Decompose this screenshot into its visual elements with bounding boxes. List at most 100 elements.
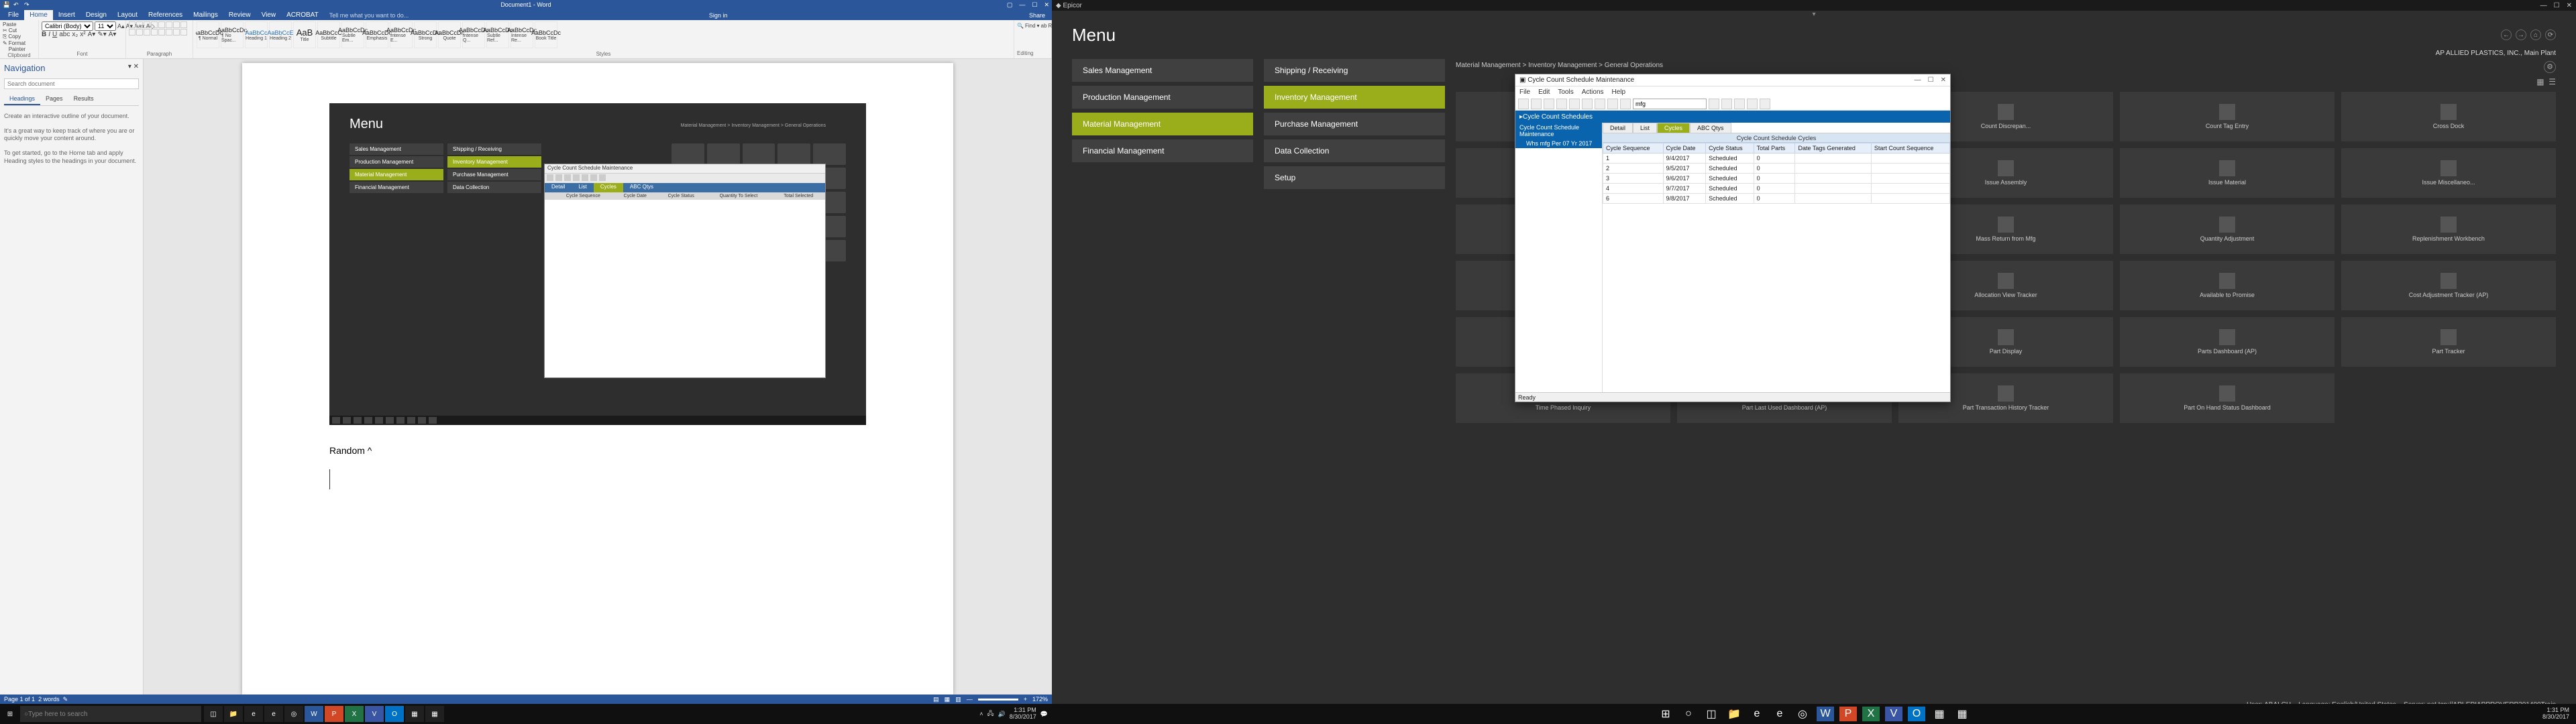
- search-icon[interactable]: ○: [1680, 707, 1697, 721]
- tab-layout[interactable]: Layout: [112, 10, 143, 20]
- app-tile[interactable]: Cross Dock: [2341, 92, 2556, 141]
- menu-item[interactable]: Actions: [1582, 88, 1604, 96]
- subscript-button[interactable]: x₂: [72, 31, 78, 38]
- font-size-select[interactable]: 11: [95, 21, 116, 31]
- app-tile[interactable]: Issue Miscellaneo...: [2341, 148, 2556, 198]
- edge-icon[interactable]: e: [244, 706, 263, 722]
- minimize-icon[interactable]: —: [2540, 2, 2547, 9]
- cycles-grid[interactable]: Cycle SequenceCycle DateCycle StatusTota…: [1603, 143, 1950, 204]
- redo-icon[interactable]: ↷: [24, 1, 31, 8]
- style-item[interactable]: AaBbCcDcSubtle Em...: [341, 21, 364, 48]
- app-tile[interactable]: Available to Promise: [2120, 261, 2334, 310]
- view-list-icon[interactable]: ☰: [2548, 77, 2556, 86]
- cc-tab[interactable]: Cycles: [1657, 123, 1690, 133]
- ie-icon[interactable]: e: [264, 706, 283, 722]
- app-icon[interactable]: ▦: [1931, 707, 1948, 721]
- nav-back-icon[interactable]: ←: [2501, 29, 2512, 40]
- view-web-icon[interactable]: ▥: [955, 696, 961, 703]
- tb-copy-icon[interactable]: [1607, 99, 1618, 109]
- status-proof-icon[interactable]: ✎: [63, 696, 68, 703]
- style-item[interactable]: AaBbCcDc¶ Normal: [197, 21, 219, 48]
- menu-item[interactable]: Tools: [1558, 88, 1573, 96]
- grid-header[interactable]: Cycle Date: [1663, 143, 1706, 154]
- view-print-icon[interactable]: ▦: [945, 696, 951, 703]
- nav-tab-results[interactable]: Results: [68, 93, 99, 105]
- sidebar-subitem[interactable]: Setup: [1264, 166, 1445, 189]
- menu-item[interactable]: Help: [1612, 88, 1626, 96]
- ie-icon[interactable]: e: [1771, 707, 1788, 721]
- explorer-icon[interactable]: 📁: [1725, 707, 1743, 721]
- status-page[interactable]: Page 1 of 1: [4, 696, 35, 703]
- bold-button[interactable]: B: [42, 31, 46, 38]
- grid-header[interactable]: Date Tags Generated: [1795, 143, 1871, 154]
- style-item[interactable]: AaBbCcDcStrong: [414, 21, 437, 48]
- grid-row[interactable]: 39/6/2017Scheduled0: [1603, 174, 1950, 184]
- tb-nav-last-icon[interactable]: [1760, 99, 1770, 109]
- maximize-icon[interactable]: ☐: [1032, 1, 1037, 9]
- format-painter-button[interactable]: Format Painter: [9, 40, 36, 52]
- find-button[interactable]: 🔍 Find ▾: [1017, 22, 1040, 29]
- tb-save-icon[interactable]: [1531, 99, 1542, 109]
- maximize-icon[interactable]: ☐: [2554, 2, 2560, 9]
- word-icon[interactable]: W: [305, 706, 323, 722]
- sidebar-item[interactable]: Financial Management: [1072, 139, 1253, 162]
- tb-search-input[interactable]: [1633, 99, 1707, 109]
- tb-refresh-icon[interactable]: [1556, 99, 1567, 109]
- tree-node[interactable]: Whs mfg Per 07 Yr 2017: [1515, 139, 1602, 148]
- style-item[interactable]: AaBbCcDcIntense Q...: [462, 21, 485, 48]
- powerpoint-icon[interactable]: P: [1839, 707, 1857, 721]
- style-item[interactable]: AaBbCcDcSubtle Ref...: [486, 21, 509, 48]
- sidebar-subitem[interactable]: Inventory Management: [1264, 86, 1445, 109]
- highlight-icon[interactable]: ✎▾: [97, 31, 106, 38]
- tab-acrobat[interactable]: ACROBAT: [281, 10, 324, 20]
- explorer-icon[interactable]: 📁: [224, 706, 243, 722]
- tb-search-icon[interactable]: [1709, 99, 1719, 109]
- tb-cut-icon[interactable]: [1595, 99, 1605, 109]
- app-tile[interactable]: Count Tag Entry: [2120, 92, 2334, 141]
- superscript-button[interactable]: x²: [80, 31, 85, 38]
- minimize-icon[interactable]: —: [1915, 76, 1921, 84]
- sidebar-item[interactable]: Sales Management: [1072, 59, 1253, 82]
- app-icon[interactable]: ▦: [425, 706, 444, 722]
- tb-nav-next-icon[interactable]: [1747, 99, 1758, 109]
- tab-references[interactable]: References: [143, 10, 188, 20]
- chrome-icon[interactable]: ◎: [284, 706, 303, 722]
- cc-tab[interactable]: Detail: [1603, 123, 1633, 133]
- style-item[interactable]: AaBbCcHeading 1: [245, 21, 268, 48]
- close-icon[interactable]: ✕: [1044, 1, 1049, 9]
- app-icon[interactable]: ▦: [405, 706, 424, 722]
- tray-chevron-icon[interactable]: ˄: [979, 711, 983, 717]
- chrome-icon[interactable]: ◎: [1794, 707, 1811, 721]
- grow-font-icon[interactable]: A▴: [117, 23, 125, 30]
- grid-row[interactable]: 29/5/2017Scheduled0: [1603, 164, 1950, 174]
- zoom-slider[interactable]: [978, 699, 1018, 701]
- tray-volume-icon[interactable]: 🔊: [998, 711, 1006, 718]
- italic-button[interactable]: I: [48, 31, 50, 38]
- cc-tab[interactable]: List: [1633, 123, 1657, 133]
- view-grid-icon[interactable]: ▦: [2536, 77, 2544, 86]
- save-icon[interactable]: 💾: [3, 1, 9, 8]
- view-read-icon[interactable]: ▤: [933, 696, 939, 703]
- visio-icon[interactable]: V: [365, 706, 384, 722]
- share-button[interactable]: Share: [1022, 11, 1052, 20]
- tree-node[interactable]: Cycle Count Schedule Maintenance: [1515, 123, 1602, 139]
- grid-header[interactable]: Total Parts: [1754, 143, 1795, 154]
- powerpoint-icon[interactable]: P: [325, 706, 343, 722]
- app-icon[interactable]: ▦: [1953, 707, 1971, 721]
- excel-icon[interactable]: X: [345, 706, 364, 722]
- app-tile[interactable]: Parts Dashboard (AP): [2120, 317, 2334, 367]
- nav-close-icon[interactable]: ▾ ✕: [128, 63, 139, 70]
- collapse-handle[interactable]: ▾: [1052, 11, 2576, 20]
- excel-icon[interactable]: X: [1862, 707, 1880, 721]
- paste-button[interactable]: Paste: [3, 21, 16, 27]
- strike-button[interactable]: abc: [59, 31, 70, 38]
- sidebar-subitem[interactable]: Purchase Management: [1264, 113, 1445, 135]
- task-view-icon[interactable]: ◫: [204, 706, 223, 722]
- nav-search-input[interactable]: [4, 78, 139, 89]
- tb-new-icon[interactable]: [1518, 99, 1529, 109]
- document-area[interactable]: Menu Material Management > Inventory Man…: [144, 59, 1052, 695]
- paragraph-buttons[interactable]: [129, 21, 190, 36]
- nav-fwd-icon[interactable]: →: [2516, 29, 2526, 40]
- tab-review[interactable]: Review: [223, 10, 256, 20]
- tray-network-icon[interactable]: 🖧: [987, 709, 994, 719]
